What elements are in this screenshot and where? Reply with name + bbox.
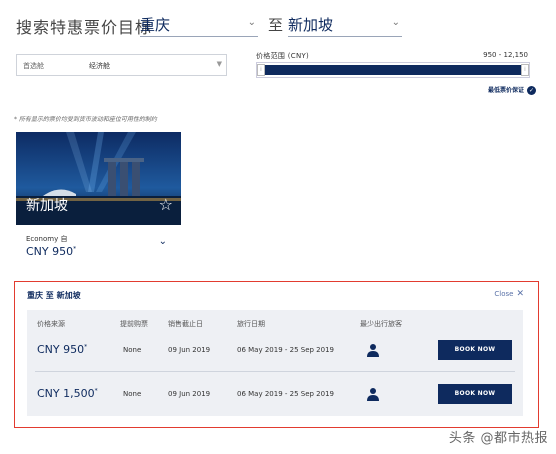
search-heading: 搜索特惠票价目标: [16, 18, 153, 37]
price-range-slider[interactable]: ⁞ ⁞: [256, 62, 530, 78]
row-advance: None: [123, 390, 142, 398]
chevron-down-icon[interactable]: ⌄: [159, 236, 167, 247]
price-range-label: 价格范围 (CNY): [256, 52, 310, 60]
col-header-travel-dates: 旅行日期: [237, 320, 265, 328]
dropdown-arrow-icon: ▼: [216, 60, 222, 68]
cabin-value: 经济舱: [89, 62, 110, 70]
destination-select[interactable]: 新加坡 ⌄: [288, 14, 402, 37]
destination-card[interactable]: 新加坡 ☆ Economy 自 CNY 950* ⌄: [16, 132, 181, 274]
col-header-advance: 提前购票: [120, 320, 148, 328]
to-label: 至: [268, 16, 284, 34]
row-sale-end: 09 Jun 2019: [168, 390, 211, 398]
card-price: CNY 950*: [26, 245, 76, 258]
route-title: 重庆 至 新加坡: [27, 291, 81, 300]
col-header-min-passengers: 最少出行旅客: [360, 320, 402, 328]
fare-table: 价格来源 提前购票 销售截止日 旅行日期 最少出行旅客 CNY 950* Non…: [27, 310, 523, 416]
lowest-fare-guarantee-link[interactable]: 最低票价保证 ✓: [440, 85, 536, 95]
table-row: CNY 1,500* None 09 Jun 2019 06 May 2019 …: [27, 375, 523, 413]
price-max: 12,150: [503, 51, 529, 59]
row-travel-dates: 06 May 2019 - 25 Sep 2019: [237, 346, 334, 354]
fare-details-panel: 重庆 至 新加坡 Close ✕ 价格来源 提前购票 销售截止日 旅行日期 最少出…: [14, 281, 539, 428]
origin-value: 重庆: [140, 16, 171, 34]
card-city-name: 新加坡: [26, 198, 68, 214]
price-range-values: 950 - 12,150: [446, 51, 528, 59]
book-now-button[interactable]: BOOK NOW: [438, 384, 512, 404]
card-price-mark: *: [73, 245, 77, 253]
table-row: CNY 950* None 09 Jun 2019 06 May 2019 - …: [27, 331, 523, 369]
row-price-value: CNY 950: [37, 343, 85, 356]
cabin-label: 首选舱: [23, 62, 44, 70]
card-cabin: Economy 自: [26, 235, 68, 243]
row-divider: [35, 371, 515, 372]
check-circle-icon: ✓: [527, 86, 536, 95]
guarantee-label: 最低票价保证: [487, 87, 524, 94]
row-sale-end: 09 Jun 2019: [168, 346, 211, 354]
destination-value: 新加坡: [288, 16, 334, 34]
card-price-value: CNY 950: [26, 245, 74, 258]
price-separator: -: [498, 51, 502, 59]
row-price-value: CNY 1,500: [37, 387, 95, 400]
col-header-sale-end: 销售截止日: [168, 320, 203, 328]
cabin-select[interactable]: 首选舱 经济舱 ▼: [16, 54, 227, 76]
person-icon: [367, 388, 379, 401]
chevron-down-icon: ⌄: [247, 17, 256, 28]
row-travel-dates: 06 May 2019 - 25 Sep 2019: [237, 390, 334, 398]
disclaimer-note: * 所有显示的票价均受到货币波动和座位可用性的制约: [14, 116, 157, 123]
chevron-down-icon: ⌄: [391, 17, 400, 28]
close-icon: ✕: [516, 289, 524, 299]
price-range-fill: [265, 65, 521, 75]
row-price-mark: *: [84, 343, 88, 351]
row-price: CNY 1,500*: [37, 387, 98, 400]
row-price: CNY 950*: [37, 343, 87, 356]
origin-select[interactable]: 重庆 ⌄: [140, 14, 258, 37]
watermark: 头条 @都市热报: [448, 431, 548, 446]
person-icon: [367, 344, 379, 357]
slider-handle-min[interactable]: ⁞: [257, 64, 265, 76]
star-icon[interactable]: ☆: [159, 195, 173, 214]
close-button[interactable]: Close ✕: [494, 289, 524, 299]
row-price-mark: *: [94, 387, 98, 395]
book-now-button[interactable]: BOOK NOW: [438, 340, 512, 360]
price-min: 950: [483, 51, 497, 59]
row-advance: None: [123, 346, 142, 354]
col-header-price-source: 价格来源: [37, 320, 65, 328]
close-label: Close: [494, 290, 514, 298]
slider-handle-max[interactable]: ⁞: [521, 64, 529, 76]
